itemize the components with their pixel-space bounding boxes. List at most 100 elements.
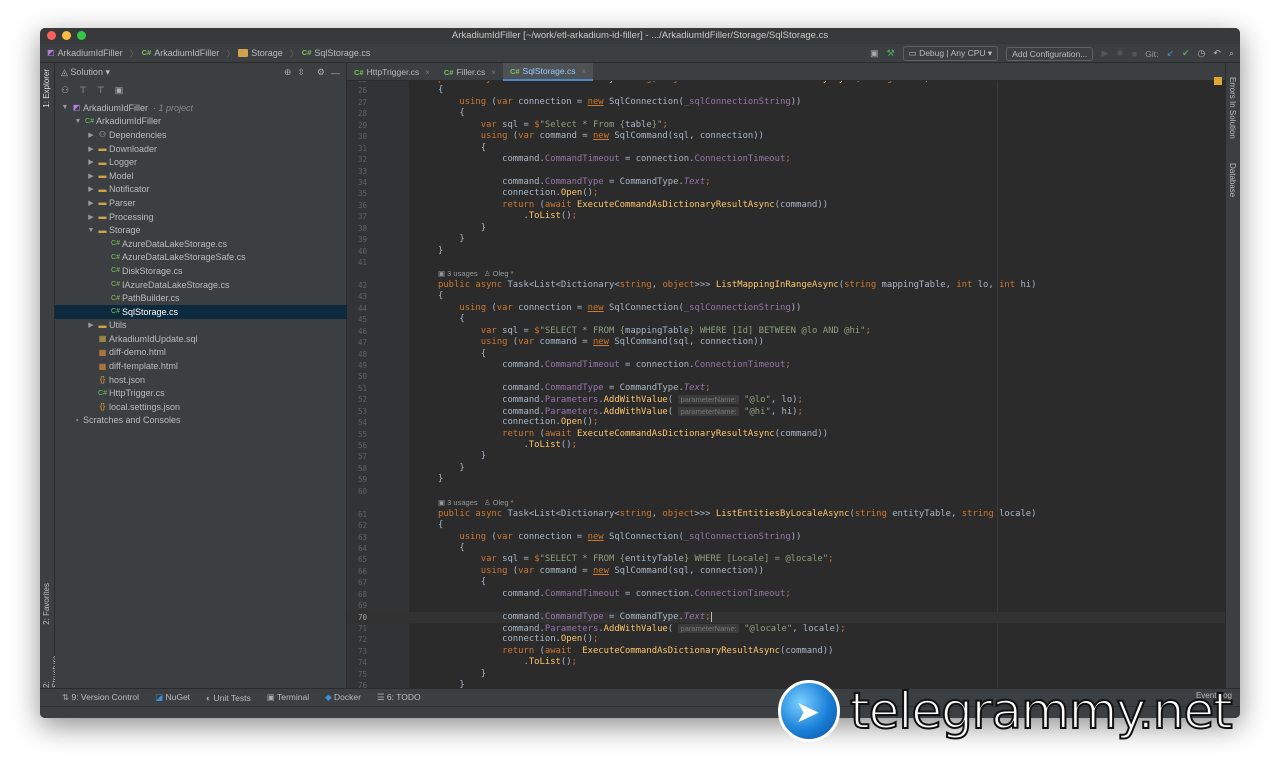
editor-tab[interactable]: C# SqlStorage.cs × bbox=[502, 63, 594, 81]
maximize-window-button[interactable] bbox=[77, 31, 86, 40]
run-config-dropdown[interactable]: ▭ Debug | Any CPU ▾ bbox=[902, 46, 999, 61]
chevron-right-icon[interactable]: ▶ bbox=[86, 158, 96, 166]
git-history-icon[interactable]: ◷ bbox=[1198, 48, 1206, 59]
chevron-right-icon[interactable]: ▶ bbox=[86, 199, 96, 207]
bottom-tool-button[interactable]: ☰ 6: TODO bbox=[377, 692, 421, 703]
database-tool-button[interactable]: Database bbox=[1228, 163, 1237, 197]
collapse-all-icon[interactable]: ⇳ bbox=[297, 67, 305, 78]
code-token: )) bbox=[790, 531, 802, 542]
tree-item[interactable]: ▶ ▬ Downloader bbox=[55, 142, 347, 156]
tree-item[interactable]: ▶ ▬ Parser bbox=[55, 196, 347, 210]
usages-hint[interactable]: ▣ 3 usages bbox=[438, 269, 478, 278]
tree-item[interactable]: C# IAzureDataLakeStorage.cs bbox=[55, 278, 347, 292]
tree-item[interactable]: {} local.settings.json bbox=[55, 400, 347, 414]
preview-icon[interactable]: ▣ bbox=[115, 85, 124, 96]
close-tab-icon[interactable]: × bbox=[581, 67, 586, 76]
code-token: Text bbox=[683, 611, 706, 622]
explorer-tool-button[interactable]: 1: Explorer bbox=[42, 69, 51, 108]
filter-icon[interactable]: ⊤ bbox=[79, 85, 87, 96]
tree-item[interactable]: ▼ ▬ Storage bbox=[55, 223, 347, 237]
tree-item[interactable]: ▦ diff-demo.html bbox=[55, 346, 347, 360]
bottom-tool-button[interactable]: ▣ Terminal bbox=[267, 692, 309, 703]
editor-tab[interactable]: C# Filler.cs × bbox=[437, 63, 503, 81]
search-everywhere-icon[interactable]: ⌕ bbox=[1229, 48, 1234, 59]
run-icon[interactable]: ▶ bbox=[1101, 48, 1108, 59]
chevron-right-icon[interactable]: ▶ bbox=[86, 145, 96, 153]
tree-item[interactable]: C# DiskStorage.cs bbox=[55, 264, 347, 278]
gear-icon[interactable]: ⚙ bbox=[317, 67, 325, 78]
show-all-files-icon[interactable]: ⚇ bbox=[61, 85, 69, 96]
tree-item[interactable]: C# AzureDataLakeStorageSafe.cs bbox=[55, 251, 347, 265]
editor-tab[interactable]: C# HttpTrigger.cs × bbox=[347, 63, 437, 81]
close-tab-icon[interactable]: × bbox=[425, 68, 430, 77]
tree-item[interactable]: C# AzureDataLakeStorage.cs bbox=[55, 237, 347, 251]
locate-file-icon[interactable]: ⊕ bbox=[284, 67, 292, 78]
code-line: 52 command.Parameters.AddWithValue( para… bbox=[347, 394, 1225, 405]
code-text: var sql = $"SELECT * FROM {entityTable} … bbox=[438, 554, 834, 565]
chevron-down-icon[interactable]: ▼ bbox=[60, 104, 70, 111]
tree-item-label: Logger bbox=[109, 157, 138, 168]
warning-marker-icon[interactable] bbox=[1214, 77, 1222, 85]
bottom-tool-button[interactable]: ◐ Unit Tests bbox=[206, 693, 251, 703]
hide-panel-icon[interactable]: — bbox=[331, 68, 340, 78]
add-configuration-button[interactable]: Add Configuration... bbox=[1006, 46, 1094, 61]
chevron-down-icon[interactable]: ▼ bbox=[86, 227, 96, 234]
chevron-right-icon[interactable]: ▶ bbox=[86, 185, 96, 193]
breadcrumb-item[interactable]: SqlStorage.cs bbox=[314, 48, 370, 58]
tree-item[interactable]: ▶ ▬ Logger bbox=[55, 155, 347, 169]
breadcrumb-item[interactable]: Storage bbox=[251, 48, 283, 58]
git-update-icon[interactable]: ↙ bbox=[1166, 48, 1174, 59]
tree-item[interactable]: ▼ C# ArkadiumIdFiller bbox=[55, 115, 347, 129]
code-token: ; bbox=[840, 624, 846, 634]
tree-item[interactable]: ▦ diff-template.html bbox=[55, 359, 347, 373]
tree-item[interactable]: ▶ ▬ Utils bbox=[55, 319, 347, 333]
code-text: connection.Open(); bbox=[438, 417, 598, 428]
bottom-tool-button[interactable]: ◪ NuGet bbox=[155, 692, 190, 703]
favorites-tool-button[interactable]: 2: Favorites bbox=[42, 583, 51, 625]
code-vision[interactable]: ▣ 3 usages ♙ Oleg * bbox=[438, 268, 514, 279]
breadcrumb-item[interactable]: ArkadiumIdFiller bbox=[58, 48, 123, 58]
chevron-right-icon[interactable]: ▶ bbox=[86, 321, 96, 329]
tree-item[interactable]: {} host.json bbox=[55, 373, 347, 387]
chevron-right-icon[interactable]: ▶ bbox=[86, 172, 96, 180]
breadcrumb-item[interactable]: ArkadiumIdFiller bbox=[154, 48, 219, 58]
docker-icon: ◆ bbox=[325, 692, 334, 702]
git-rollback-icon[interactable]: ↶ bbox=[1213, 48, 1221, 59]
code-text: } bbox=[438, 234, 464, 245]
chevron-right-icon[interactable]: ▶ bbox=[86, 131, 96, 139]
tree-item[interactable]: C# SqlStorage.cs bbox=[55, 304, 347, 319]
code-token: , bbox=[651, 508, 663, 519]
errors-in-solution-tool-button[interactable]: Errors In Solution bbox=[1228, 77, 1237, 139]
tree-item[interactable]: ▼ ◩ ArkadiumIdFiller · 1 project bbox=[55, 101, 347, 115]
tree-item[interactable]: ▶ ▬ Notificator bbox=[55, 183, 347, 197]
git-commit-icon[interactable]: ✔ bbox=[1182, 48, 1190, 59]
tree-item[interactable]: ▶ ▬ Processing bbox=[55, 210, 347, 224]
minimize-window-button[interactable] bbox=[62, 31, 71, 40]
tree-item[interactable]: C# PathBuilder.cs bbox=[55, 291, 347, 305]
bottom-tool-button[interactable]: ⇅ 9: Version Control bbox=[62, 692, 139, 703]
sort-icon[interactable]: ⊤ bbox=[97, 85, 105, 96]
solution-view-dropdown[interactable]: ◬ Solution ▾ bbox=[61, 67, 110, 78]
code-editor[interactable]: 25public async Task<List<Dictionary<stri… bbox=[347, 81, 1225, 688]
bottom-tool-button[interactable]: ◆ Docker bbox=[325, 692, 361, 703]
tree-item[interactable]: ▶ ▬ Model bbox=[55, 169, 347, 183]
bottom-tool-label: 6: TODO bbox=[386, 692, 421, 702]
tree-item[interactable]: ◔ Scratches and Consoles bbox=[55, 414, 347, 428]
code-line: 34 command.CommandType = CommandType.Tex… bbox=[347, 177, 1225, 188]
tree-item-label: HttpTrigger.cs bbox=[109, 388, 165, 399]
chevron-right-icon[interactable]: ▶ bbox=[86, 213, 96, 221]
terminal-layout-icon[interactable]: ▣ bbox=[870, 48, 879, 59]
code-vision[interactable]: ▣ 3 usages ♙ Oleg * bbox=[438, 497, 514, 508]
author-hint[interactable]: ♙ Oleg * bbox=[478, 498, 514, 507]
build-hammer-icon[interactable]: ⚒ bbox=[887, 48, 895, 59]
close-window-button[interactable] bbox=[47, 31, 56, 40]
close-tab-icon[interactable]: × bbox=[491, 68, 496, 77]
usages-hint[interactable]: ▣ 3 usages bbox=[438, 498, 478, 507]
author-hint[interactable]: ♙ Oleg * bbox=[478, 269, 514, 278]
debug-icon[interactable]: ✱ bbox=[1116, 48, 1124, 59]
stop-icon[interactable]: ■ bbox=[1132, 49, 1137, 59]
tree-item[interactable]: C# HttpTrigger.cs bbox=[55, 386, 347, 400]
tree-item[interactable]: ▦ ArkadiumIdUpdate.sql bbox=[55, 332, 347, 346]
chevron-down-icon[interactable]: ▼ bbox=[73, 118, 83, 125]
tree-item[interactable]: ▶ ⚇ Dependencies bbox=[55, 128, 347, 142]
